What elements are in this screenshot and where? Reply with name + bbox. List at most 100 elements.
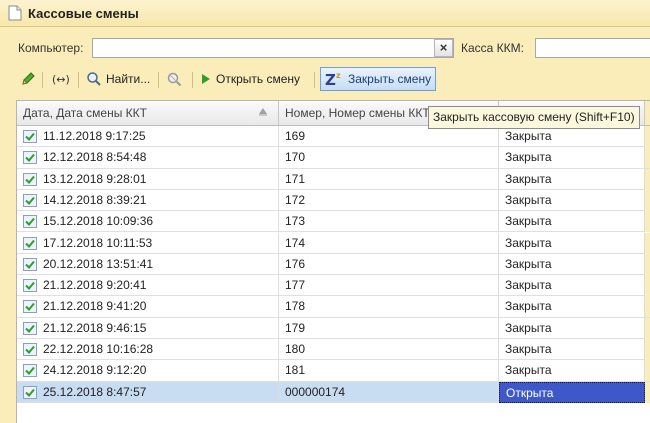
cell-status: Закрыта bbox=[499, 360, 645, 382]
pencil-icon bbox=[22, 72, 35, 85]
cell-number: 174 bbox=[279, 232, 499, 254]
table-row[interactable]: 21.12.2018 9:20:41 177 Закрыта bbox=[17, 275, 650, 297]
cell-number: 181 bbox=[279, 360, 499, 382]
toolbar-separator bbox=[158, 72, 159, 88]
cell-status: Закрыта bbox=[499, 168, 645, 190]
toolbar-separator bbox=[192, 72, 193, 88]
closed-shift-icon bbox=[23, 172, 37, 186]
table-row[interactable]: 21.12.2018 9:46:15 179 Закрыта bbox=[17, 317, 650, 339]
cell-status: Закрыта bbox=[499, 275, 645, 297]
cell-number: 179 bbox=[279, 317, 499, 339]
svg-text:(↔): (↔) bbox=[52, 73, 70, 86]
cell-number: 170 bbox=[279, 147, 499, 169]
toolbar: (↔) Найти... Открыть смену Z z Закрыть с… bbox=[0, 66, 650, 92]
cell-status: Открыта bbox=[499, 381, 645, 403]
cell-status: Закрыта bbox=[499, 296, 645, 318]
find-button[interactable]: Найти... bbox=[86, 68, 150, 90]
cell-status: Закрыта bbox=[499, 189, 645, 211]
closed-shift-icon bbox=[23, 279, 37, 293]
shifts-table[interactable]: Дата, Дата смены ККТ Номер, Номер смены … bbox=[16, 100, 650, 423]
table-row[interactable]: 17.12.2018 10:11:53 174 Закрыта bbox=[17, 232, 650, 254]
cell-extra bbox=[645, 126, 650, 147]
cell-date: 17.12.2018 10:11:53 bbox=[17, 232, 279, 254]
play-icon bbox=[202, 74, 210, 84]
column-header-date[interactable]: Дата, Дата смены ККТ bbox=[17, 101, 279, 125]
table-row[interactable]: 15.12.2018 10:09:36 173 Закрыта bbox=[17, 211, 650, 233]
window-title: Кассовые смены bbox=[28, 6, 139, 21]
cell-date: 22.12.2018 10:16:28 bbox=[17, 339, 279, 360]
width-button[interactable]: (↔) bbox=[50, 68, 72, 90]
cell-extra bbox=[645, 147, 650, 169]
closed-shift-icon bbox=[23, 343, 37, 356]
cell-extra bbox=[645, 296, 650, 318]
toolbar-separator bbox=[78, 72, 79, 88]
table-row[interactable]: 22.12.2018 10:16:28 180 Закрыта bbox=[17, 339, 650, 361]
cell-status: Закрыта bbox=[499, 211, 645, 233]
cell-date: 24.12.2018 9:12:20 bbox=[17, 360, 279, 382]
table-row[interactable]: 21.12.2018 9:41:20 178 Закрыта bbox=[17, 296, 650, 318]
cell-extra bbox=[645, 189, 650, 211]
cell-status: Закрыта bbox=[499, 317, 645, 339]
close-shift-label: Закрыть смену bbox=[348, 72, 432, 86]
closed-shift-icon bbox=[23, 257, 37, 271]
computer-label: Компьютер: bbox=[18, 41, 84, 55]
table-row[interactable]: 13.12.2018 9:28:01 171 Закрыта bbox=[17, 168, 650, 190]
table-row[interactable]: 20.12.2018 13:51:41 176 Закрыта bbox=[17, 253, 650, 276]
filter-row: Компьютер: × Касса ККМ: bbox=[0, 36, 650, 60]
cell-number: 178 bbox=[279, 296, 499, 318]
table-row[interactable]: 25.12.2018 8:47:57 000000174 Открыта bbox=[17, 381, 650, 403]
cell-extra bbox=[645, 360, 650, 382]
cell-number: 180 bbox=[279, 339, 499, 360]
tooltip: Закрыть кассовую смену (Shift+F10) bbox=[428, 106, 640, 129]
cell-extra bbox=[645, 253, 650, 275]
closed-shift-icon bbox=[23, 321, 37, 335]
document-icon bbox=[8, 5, 22, 21]
open-shift-button[interactable]: Открыть смену bbox=[200, 68, 300, 90]
cell-extra bbox=[645, 275, 650, 297]
svg-text:Z: Z bbox=[325, 71, 336, 88]
cell-extra bbox=[645, 168, 650, 190]
table-row[interactable]: 11.12.2018 9:17:25 169 Закрыта bbox=[17, 126, 650, 148]
cell-extra bbox=[645, 211, 650, 233]
cell-number: 173 bbox=[279, 211, 499, 233]
close-shift-button[interactable]: Z z Закрыть смену bbox=[320, 67, 437, 91]
column-header-extra[interactable] bbox=[645, 101, 650, 125]
toolbar-separator bbox=[314, 72, 315, 88]
cell-number: 171 bbox=[279, 168, 499, 190]
cell-extra bbox=[645, 339, 650, 360]
cell-number: 177 bbox=[279, 275, 499, 297]
table-row[interactable]: 12.12.2018 8:54:48 170 Закрыта bbox=[17, 147, 650, 169]
computer-input[interactable] bbox=[92, 38, 454, 58]
clear-computer-button[interactable]: × bbox=[434, 39, 453, 57]
cell-date: 14.12.2018 8:39:21 bbox=[17, 189, 279, 211]
find-label: Найти... bbox=[106, 72, 151, 86]
cell-date: 25.12.2018 8:47:57 bbox=[17, 381, 279, 403]
cell-number: 176 bbox=[279, 253, 499, 275]
cell-number: 000000174 bbox=[279, 381, 499, 403]
cell-date: 11.12.2018 9:17:25 bbox=[17, 126, 279, 147]
closed-shift-icon bbox=[23, 385, 37, 399]
svg-text:z: z bbox=[336, 71, 341, 80]
table-row[interactable]: 24.12.2018 9:12:20 181 Закрыта bbox=[17, 360, 650, 382]
cell-date: 20.12.2018 13:51:41 bbox=[17, 253, 279, 275]
cell-status: Закрыта bbox=[499, 339, 645, 360]
cell-date: 21.12.2018 9:41:20 bbox=[17, 296, 279, 318]
cell-date: 15.12.2018 10:09:36 bbox=[17, 211, 279, 233]
cell-date: 12.12.2018 8:54:48 bbox=[17, 147, 279, 169]
cell-status: Закрыта bbox=[499, 232, 645, 254]
toolbar-separator bbox=[42, 72, 43, 88]
closed-shift-icon bbox=[23, 151, 37, 165]
table-row[interactable]: 14.12.2018 8:39:21 172 Закрыта bbox=[17, 189, 650, 212]
arrows-horizontal-icon: (↔) bbox=[52, 73, 70, 86]
title-bar: Кассовые смены bbox=[0, 0, 650, 27]
cell-status: Закрыта bbox=[499, 126, 645, 147]
closed-shift-icon bbox=[23, 130, 37, 143]
closed-shift-icon bbox=[23, 300, 37, 314]
cancel-search-button[interactable] bbox=[166, 68, 184, 90]
closed-shift-icon bbox=[23, 364, 37, 378]
sort-icon bbox=[259, 108, 267, 116]
edit-button[interactable] bbox=[20, 68, 36, 90]
closed-shift-icon bbox=[23, 215, 37, 229]
register-input[interactable] bbox=[535, 38, 650, 58]
cell-date: 21.12.2018 9:20:41 bbox=[17, 275, 279, 297]
